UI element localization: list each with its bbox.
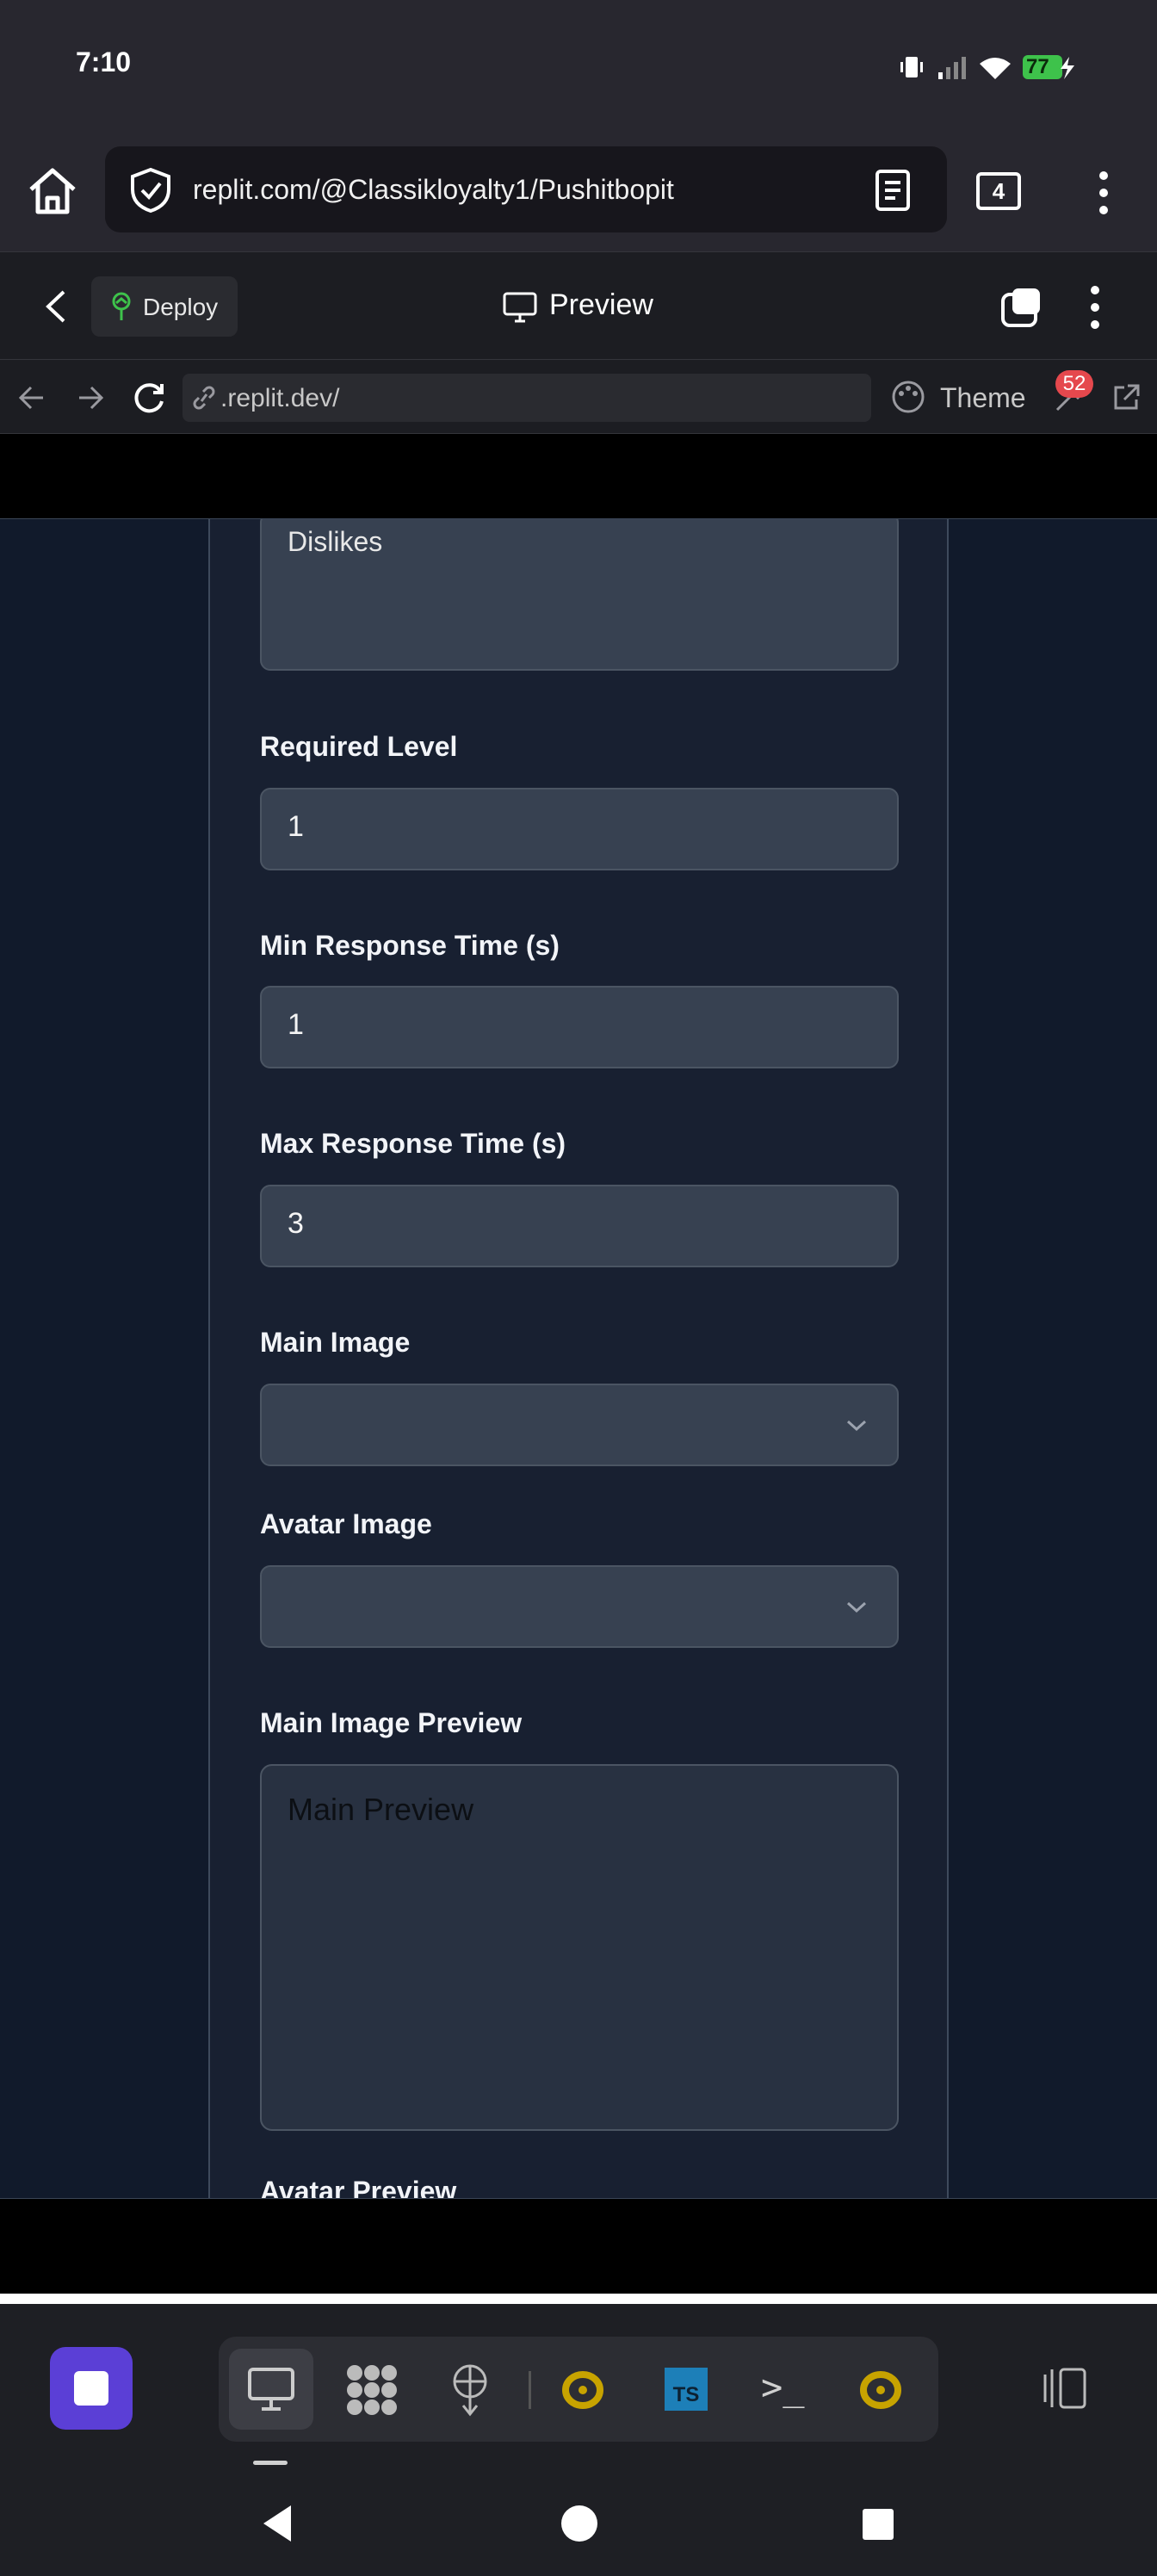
theme-button[interactable]: Theme xyxy=(940,382,1026,414)
shield-icon xyxy=(131,167,170,214)
typescript-app-icon[interactable]: TS xyxy=(665,2368,708,2411)
divider xyxy=(0,2294,1157,2304)
chevron-down-icon xyxy=(846,1420,867,1432)
min-response-label: Min Response Time (s) xyxy=(260,930,560,961)
form-card: Dislikes Required Level 1 Min Response T… xyxy=(208,519,949,2199)
home-icon[interactable] xyxy=(26,165,79,217)
desktop-app-icon[interactable] xyxy=(248,2368,294,2411)
dock-separator xyxy=(529,2371,531,2409)
main-image-preview-label: Main Image Preview xyxy=(260,1707,523,1738)
tab-count-button[interactable]: 4 xyxy=(976,172,1021,210)
deploy-button[interactable]: Deploy xyxy=(91,276,238,337)
terminal-app-icon[interactable]: >_ xyxy=(761,2366,805,2408)
overview-square-icon[interactable] xyxy=(861,2507,895,2542)
split-pane-icon[interactable] xyxy=(1000,287,1043,328)
min-response-value: 1 xyxy=(288,1008,304,1041)
back-chevron-icon[interactable] xyxy=(43,288,69,325)
link-icon xyxy=(193,386,215,410)
preview-url-field[interactable]: .replit.dev/ xyxy=(183,374,871,422)
page-title: Preview xyxy=(549,288,653,321)
required-level-value: 1 xyxy=(288,810,304,843)
chevron-down-icon xyxy=(846,1601,867,1613)
app-preview: Dislikes Required Level 1 Min Response T… xyxy=(0,518,1157,2199)
reader-mode-icon[interactable] xyxy=(875,169,913,212)
max-response-label: Max Response Time (s) xyxy=(260,1128,566,1159)
notification-badge: 52 xyxy=(1055,370,1093,398)
active-app-indicator xyxy=(253,2461,288,2465)
deploy-icon xyxy=(112,292,131,320)
main-preview-placeholder: Main Preview xyxy=(288,1792,474,1827)
browser-toolbar: replit.com/@Classikloyalty1/Pushitbopit … xyxy=(0,138,1157,251)
replit-header: Deploy Preview xyxy=(0,251,1157,360)
back-triangle-icon[interactable] xyxy=(260,2504,294,2543)
monitor-icon xyxy=(503,292,537,323)
arrow-right-icon[interactable] xyxy=(76,384,105,412)
arrow-left-icon[interactable] xyxy=(17,384,46,412)
dislikes-textarea[interactable]: Dislikes xyxy=(260,519,899,671)
deploy-label: Deploy xyxy=(143,294,219,320)
url-text: replit.com/@Classikloyalty1/Pushitbopit xyxy=(193,174,674,205)
palette-icon[interactable] xyxy=(890,379,926,415)
replit-app-icon[interactable] xyxy=(859,2369,902,2411)
status-bar: 7:10 77 xyxy=(0,0,1157,138)
replit-app-icon[interactable] xyxy=(561,2369,604,2411)
max-response-input[interactable]: 3 xyxy=(260,1185,899,1267)
min-response-input[interactable]: 1 xyxy=(260,986,899,1068)
status-time: 7:10 xyxy=(76,46,132,77)
main-image-label: Main Image xyxy=(260,1327,411,1358)
recent-apps-icon[interactable] xyxy=(1040,2364,1092,2412)
battery-level: 77 xyxy=(1026,55,1049,78)
main-image-preview-box: Main Preview xyxy=(260,1764,899,2131)
preview-url-text: .replit.dev/ xyxy=(220,384,340,412)
address-bar[interactable]: replit.com/@Classikloyalty1/Pushitbopit xyxy=(105,146,947,232)
avatar-image-label: Avatar Image xyxy=(260,1508,432,1539)
avatar-preview-label: Avatar Preview xyxy=(260,2176,457,2199)
home-circle-icon[interactable] xyxy=(560,2504,599,2543)
open-external-icon[interactable] xyxy=(1111,382,1142,413)
status-icons xyxy=(900,55,1074,79)
taskbar: TS >_ xyxy=(0,2304,1157,2471)
required-level-label: Required Level xyxy=(260,731,458,762)
max-response-value: 3 xyxy=(288,1207,304,1240)
system-nav-bar xyxy=(0,2471,1157,2576)
apps-grid-icon[interactable] xyxy=(344,2362,399,2418)
refresh-icon[interactable] xyxy=(133,381,167,415)
more-vert-icon[interactable] xyxy=(1095,169,1112,217)
network-app-icon[interactable] xyxy=(448,2362,492,2418)
app-dock: TS >_ xyxy=(219,2337,938,2442)
main-image-select[interactable] xyxy=(260,1384,899,1466)
dislikes-placeholder: Dislikes xyxy=(288,526,383,557)
preview-navbar: .replit.dev/ Theme 52 xyxy=(0,360,1157,434)
more-vert-icon[interactable] xyxy=(1086,283,1104,331)
app-launcher-button[interactable] xyxy=(50,2347,133,2430)
required-level-input[interactable]: 1 xyxy=(260,788,899,870)
avatar-image-select[interactable] xyxy=(260,1565,899,1648)
